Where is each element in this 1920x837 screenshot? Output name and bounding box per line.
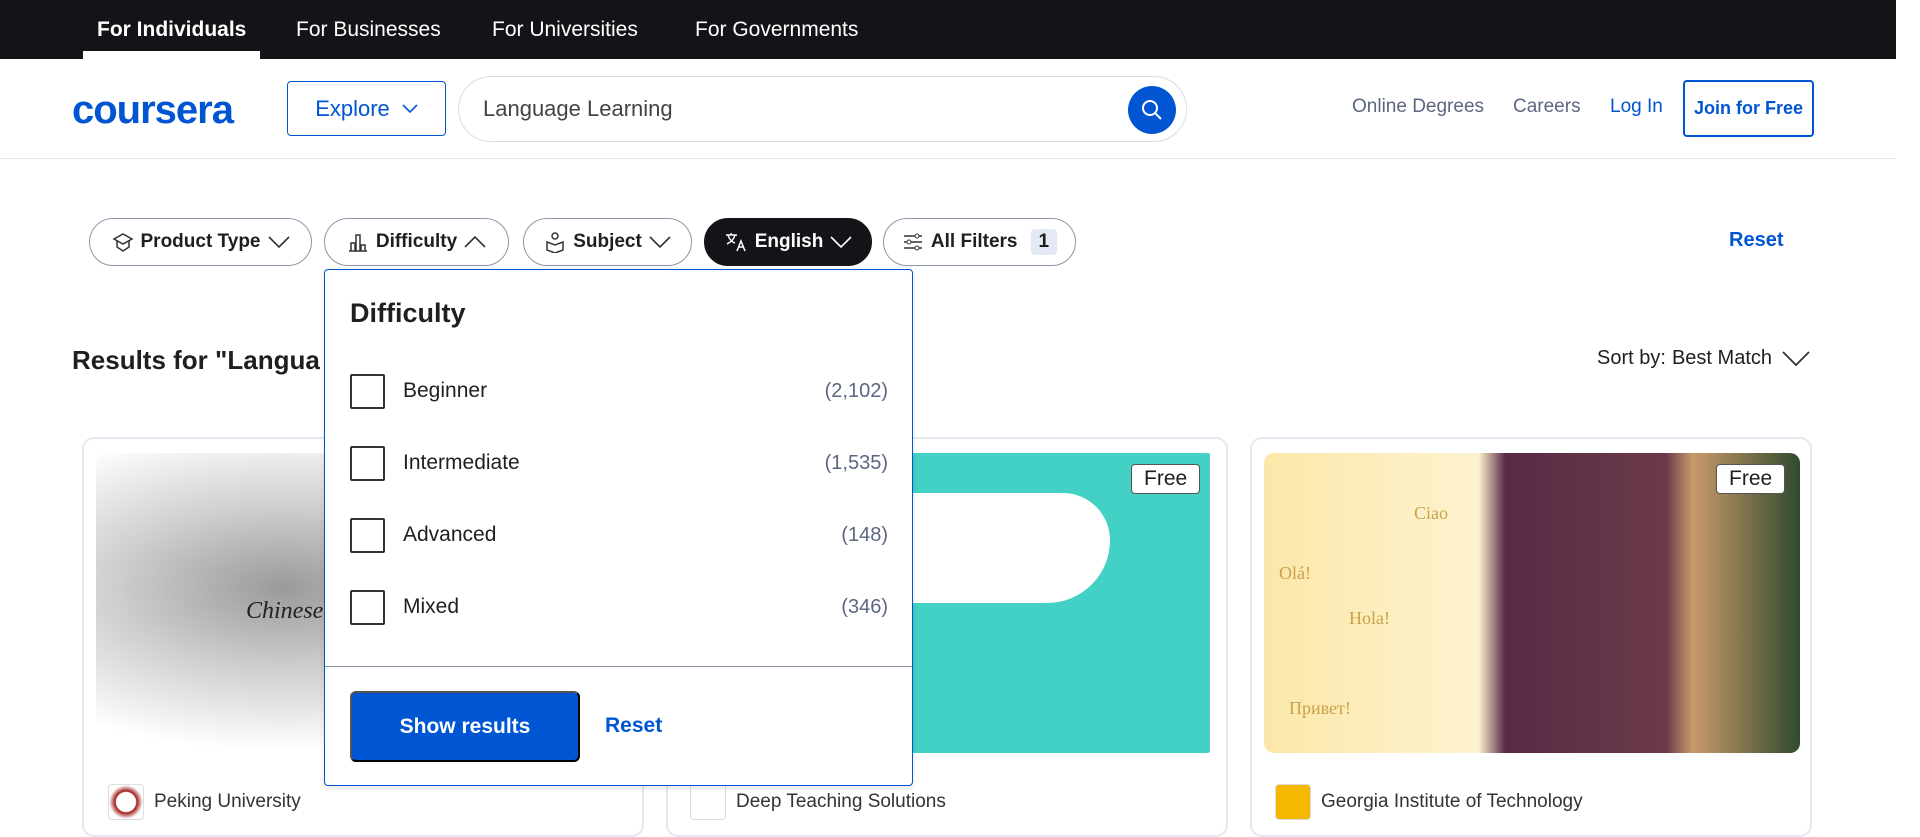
speech-bubble-text: Ciao: [1414, 503, 1448, 523]
dropdown-reset-link[interactable]: Reset: [605, 714, 662, 738]
nav-for-businesses[interactable]: For Businesses: [296, 0, 441, 59]
active-filter-count: 1: [1030, 229, 1058, 255]
show-results-button[interactable]: Show results: [350, 691, 580, 762]
audience-nav: [0, 0, 1896, 59]
chevron-up-icon: [464, 236, 486, 248]
filter-product-type[interactable]: Product Type: [89, 218, 312, 266]
option-label: Mixed: [403, 595, 460, 618]
filter-label: English: [754, 231, 824, 252]
option-mixed[interactable]: Mixed (346): [350, 587, 888, 627]
partner-logo: [690, 784, 726, 820]
option-count: (346): [841, 595, 888, 618]
sliders-icon: [903, 233, 922, 251]
filter-subject[interactable]: Subject: [523, 218, 692, 266]
option-count: (1,535): [824, 451, 888, 474]
translate-icon: [725, 233, 746, 252]
partner-name: Deep Teaching Solutions: [736, 791, 946, 812]
coursera-logo[interactable]: coursera: [72, 88, 234, 133]
partner-row: Georgia Institute of Technology: [1275, 784, 1583, 820]
partner-logo: [108, 784, 144, 820]
chevron-down-icon: [649, 236, 671, 248]
online-degrees-link[interactable]: Online Degrees: [1352, 96, 1484, 118]
free-badge: Free: [1131, 464, 1201, 494]
graduation-cap-icon: [111, 233, 134, 252]
explore-label: Explore: [315, 95, 390, 121]
partner-row: Deep Teaching Solutions: [690, 784, 946, 820]
option-count: (148): [841, 523, 888, 546]
bar-chart-icon: [348, 234, 367, 252]
filter-label: Product Type: [140, 231, 261, 252]
login-link[interactable]: Log In: [1610, 96, 1663, 118]
sort-label: Sort by:: [1597, 347, 1666, 369]
option-beginner[interactable]: Beginner (2,102): [350, 371, 888, 411]
option-label: Beginner: [403, 379, 488, 402]
checkbox[interactable]: [350, 517, 385, 553]
join-for-free-button[interactable]: Join for Free: [1683, 80, 1814, 137]
search-button[interactable]: [1128, 86, 1176, 134]
difficulty-dropdown: Difficulty Beginner (2,102) Intermediate (…: [324, 269, 913, 786]
search-input[interactable]: [483, 96, 1083, 122]
checkbox[interactable]: [350, 589, 385, 625]
sort-dropdown[interactable]: Sort by: Best Match: [1597, 347, 1810, 370]
partner-row: Peking University: [108, 784, 301, 820]
search-icon: [1142, 100, 1162, 120]
partner-name: Peking University: [154, 791, 301, 812]
results-heading: Results for "Langua: [72, 345, 320, 375]
divider: [325, 666, 912, 667]
partner-name: Georgia Institute of Technology: [1321, 791, 1583, 812]
careers-link[interactable]: Careers: [1513, 96, 1581, 118]
book-person-icon: [546, 232, 564, 253]
checkbox[interactable]: [350, 373, 385, 409]
chevron-down-icon: [402, 103, 418, 113]
filter-language[interactable]: English: [704, 218, 872, 266]
image-caption: Chinese: [246, 598, 324, 624]
active-tab-indicator: [83, 51, 260, 59]
checkbox[interactable]: [350, 445, 385, 481]
chevron-down-icon: [830, 236, 852, 248]
reset-filters-link[interactable]: Reset: [1729, 229, 1783, 252]
explore-button[interactable]: Explore: [287, 81, 446, 136]
search-bar: [458, 76, 1187, 142]
option-advanced[interactable]: Advanced (148): [350, 515, 888, 555]
nav-for-governments[interactable]: For Governments: [695, 0, 858, 59]
filter-difficulty[interactable]: Difficulty: [324, 218, 509, 266]
speech-bubble-text: Hola!: [1349, 608, 1390, 628]
filter-label: Difficulty: [375, 231, 458, 252]
option-label: Intermediate: [403, 451, 520, 474]
option-intermediate[interactable]: Intermediate (1,535): [350, 443, 888, 483]
free-badge: Free: [1716, 464, 1786, 494]
partner-logo: [1275, 784, 1311, 820]
filter-label: All Filters: [930, 231, 1018, 252]
speech-bubble-text: Olá!: [1279, 563, 1311, 583]
filter-label: Subject: [573, 231, 642, 252]
speech-bubble-text: Привет!: [1289, 698, 1351, 718]
nav-for-universities[interactable]: For Universities: [492, 0, 638, 59]
sort-value: Best Match: [1671, 347, 1772, 369]
all-filters-button[interactable]: All Filters 1: [883, 218, 1076, 266]
dropdown-title: Difficulty: [350, 298, 466, 328]
option-count: (2,102): [824, 379, 888, 402]
chevron-down-icon: [267, 236, 290, 248]
course-image: Olá! Ciao Hola! Привет!: [1264, 453, 1800, 753]
course-card[interactable]: Olá! Ciao Hola! Привет!: [1250, 437, 1812, 837]
chevron-down-icon: [1782, 350, 1810, 366]
option-label: Advanced: [403, 523, 497, 546]
